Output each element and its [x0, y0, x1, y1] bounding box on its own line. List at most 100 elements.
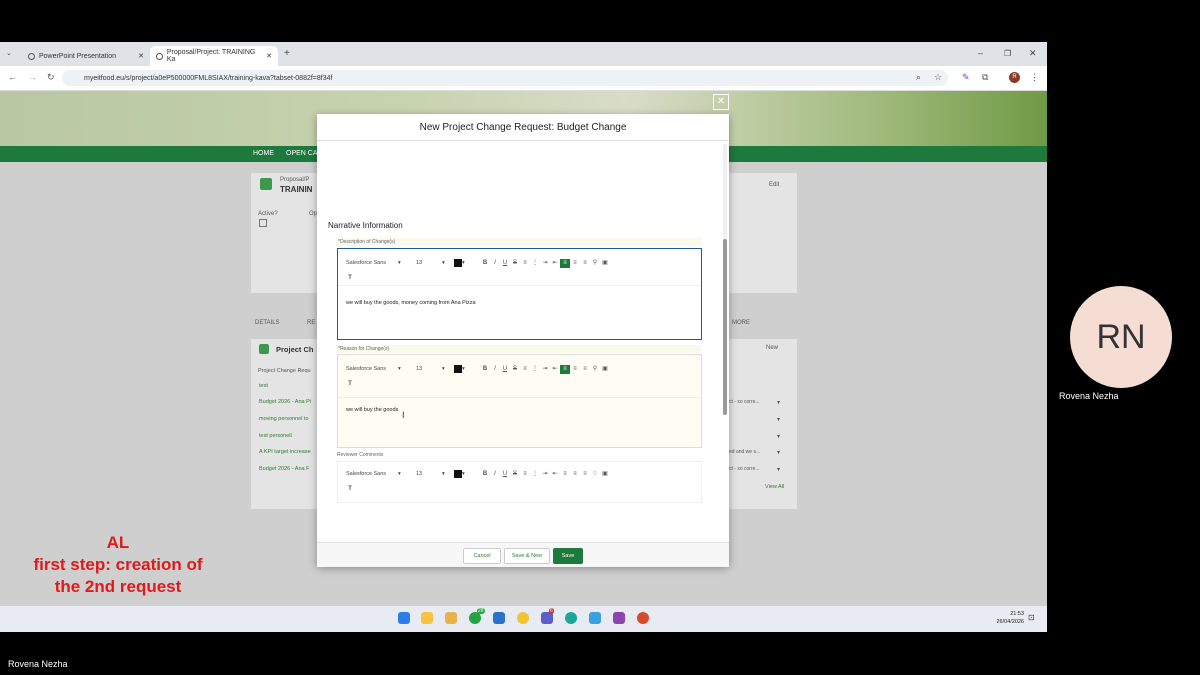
- row-menu-icon[interactable]: ▾: [777, 399, 780, 406]
- font-family-select[interactable]: Salesforce Sans: [346, 471, 398, 477]
- description-editor[interactable]: Salesforce Sans ▾ 13 ▾ ▾ B I U S ≡ ⋮ ⇥ ⇤…: [337, 248, 702, 340]
- align-left-icon[interactable]: ≡: [560, 258, 570, 268]
- close-tab-icon[interactable]: ✕: [266, 52, 272, 60]
- align-center-icon[interactable]: ≡: [570, 470, 580, 479]
- strikethrough-icon[interactable]: S: [510, 259, 520, 268]
- close-modal-button[interactable]: ✕: [713, 94, 729, 110]
- menu-icon[interactable]: ⋮: [1030, 72, 1039, 83]
- clock-date[interactable]: 26/04/2026: [988, 619, 1024, 625]
- clear-format-icon[interactable]: T: [345, 485, 355, 494]
- outdent-icon[interactable]: ⇤: [550, 259, 560, 268]
- tab-powerpoint[interactable]: PowerPoint Presentation ✕: [22, 46, 150, 66]
- minimize-button[interactable]: –: [978, 48, 983, 58]
- mail-icon[interactable]: [493, 612, 505, 624]
- indent-icon[interactable]: ⇥: [540, 470, 550, 479]
- app-icon[interactable]: [637, 612, 649, 624]
- view-all-link[interactable]: View All: [765, 484, 784, 490]
- align-right-icon[interactable]: ≡: [580, 259, 590, 268]
- row-menu-icon[interactable]: ▾: [777, 466, 780, 473]
- align-left-icon[interactable]: ≡: [560, 470, 570, 479]
- list-item[interactable]: Budget 2026 - Ana F: [259, 466, 309, 472]
- indent-icon[interactable]: ⇥: [540, 365, 550, 374]
- bullet-list-icon[interactable]: ≡: [520, 470, 530, 479]
- underline-icon[interactable]: U: [500, 259, 510, 268]
- back-icon[interactable]: ←: [8, 72, 17, 82]
- scrollbar-thumb[interactable]: [723, 239, 727, 415]
- font-family-select[interactable]: Salesforce Sans: [346, 260, 398, 266]
- indent-icon[interactable]: ⇥: [540, 259, 550, 268]
- list-item[interactable]: moving personnel to: [259, 416, 309, 422]
- underline-icon[interactable]: U: [500, 470, 510, 479]
- new-tab-button[interactable]: +: [284, 48, 290, 59]
- nav-home[interactable]: HOME: [253, 150, 274, 157]
- profile-avatar[interactable]: R: [1009, 72, 1020, 83]
- italic-icon[interactable]: I: [490, 365, 500, 374]
- edge-icon[interactable]: [565, 612, 577, 624]
- align-center-icon[interactable]: ≡: [570, 365, 580, 374]
- text-color-swatch[interactable]: [454, 259, 462, 267]
- onenote-icon[interactable]: [613, 612, 625, 624]
- tab-search-icon[interactable]: ⌄: [6, 49, 12, 57]
- modal-scrollbar[interactable]: [723, 144, 727, 415]
- reason-editor[interactable]: Salesforce Sans ▾ 13 ▾ ▾ B I U S ≡ ⋮ ⇥ ⇤…: [337, 354, 702, 448]
- align-left-icon[interactable]: ≡: [560, 364, 570, 374]
- tab-details[interactable]: DETAILS: [255, 320, 280, 326]
- reload-icon[interactable]: ↻: [47, 72, 55, 83]
- chrome-icon[interactable]: [517, 612, 529, 624]
- align-center-icon[interactable]: ≡: [570, 259, 580, 268]
- windows-start-icon[interactable]: [398, 612, 410, 624]
- bullet-list-icon[interactable]: ≡: [520, 365, 530, 374]
- image-icon[interactable]: ▣: [600, 365, 610, 374]
- numbered-list-icon[interactable]: ⋮: [530, 365, 540, 374]
- cancel-button[interactable]: Cancel: [463, 548, 501, 564]
- pen-icon[interactable]: ✎: [962, 72, 970, 83]
- text-color-swatch[interactable]: [454, 365, 462, 373]
- more-tabs-button[interactable]: MORE: [732, 320, 750, 326]
- list-item[interactable]: A KPI target increase: [259, 449, 311, 455]
- close-window-button[interactable]: ✕: [1029, 48, 1037, 59]
- bullet-list-icon[interactable]: ≡: [520, 259, 530, 268]
- bookmark-star-icon[interactable]: ☆: [934, 72, 942, 83]
- font-family-select[interactable]: Salesforce Sans: [346, 366, 398, 372]
- bold-icon[interactable]: B: [480, 259, 490, 268]
- tab-related[interactable]: RE: [307, 320, 315, 326]
- folder-icon[interactable]: [445, 612, 457, 624]
- italic-icon[interactable]: I: [490, 259, 500, 268]
- save-and-new-button[interactable]: Save & New: [504, 548, 550, 564]
- snipping-icon[interactable]: [589, 612, 601, 624]
- restore-button[interactable]: ❐: [1004, 49, 1011, 58]
- font-size-select[interactable]: 13: [416, 366, 442, 372]
- save-button[interactable]: Save: [553, 548, 583, 564]
- list-item[interactable]: test: [259, 383, 268, 389]
- font-size-select[interactable]: 13: [416, 471, 442, 477]
- strikethrough-icon[interactable]: S: [510, 365, 520, 374]
- extensions-icon[interactable]: ⧉: [982, 72, 988, 83]
- reviewer-comments-editor[interactable]: Salesforce Sans ▾ 13 ▾ ▾ B I U S ≡ ⋮ ⇥ ⇤…: [337, 461, 702, 503]
- link-icon[interactable]: ⚲: [590, 365, 600, 374]
- row-menu-icon[interactable]: ▾: [777, 416, 780, 423]
- align-right-icon[interactable]: ≡: [580, 365, 590, 374]
- url-field[interactable]: myeitfood.eu/s/project/a0eP500000FML8SIA…: [62, 70, 948, 86]
- clear-format-icon[interactable]: T: [345, 380, 355, 389]
- bold-icon[interactable]: B: [480, 470, 490, 479]
- edit-button[interactable]: Edit: [769, 182, 779, 188]
- numbered-list-icon[interactable]: ⋮: [530, 470, 540, 479]
- new-button[interactable]: New: [766, 345, 778, 351]
- link-icon[interactable]: ⚲: [590, 470, 600, 479]
- clear-format-icon[interactable]: T: [345, 274, 355, 283]
- bold-icon[interactable]: B: [480, 365, 490, 374]
- tab-proposal[interactable]: Proposal/Project: TRAINING Ka ✕: [150, 46, 278, 66]
- nav-open-calls[interactable]: OPEN CA: [286, 150, 318, 157]
- forward-icon[interactable]: →: [28, 72, 37, 82]
- close-tab-icon[interactable]: ✕: [138, 52, 144, 60]
- image-icon[interactable]: ▣: [600, 259, 610, 268]
- reason-text[interactable]: we will buy the goods: [346, 407, 398, 413]
- row-menu-icon[interactable]: ▾: [777, 433, 780, 440]
- text-color-swatch[interactable]: [454, 470, 462, 478]
- align-right-icon[interactable]: ≡: [580, 470, 590, 479]
- font-size-select[interactable]: 13: [416, 260, 442, 266]
- outdent-icon[interactable]: ⇤: [550, 470, 560, 479]
- zoom-icon[interactable]: ⌕: [916, 72, 921, 83]
- active-checkbox[interactable]: [259, 219, 267, 227]
- link-icon[interactable]: ⚲: [590, 259, 600, 268]
